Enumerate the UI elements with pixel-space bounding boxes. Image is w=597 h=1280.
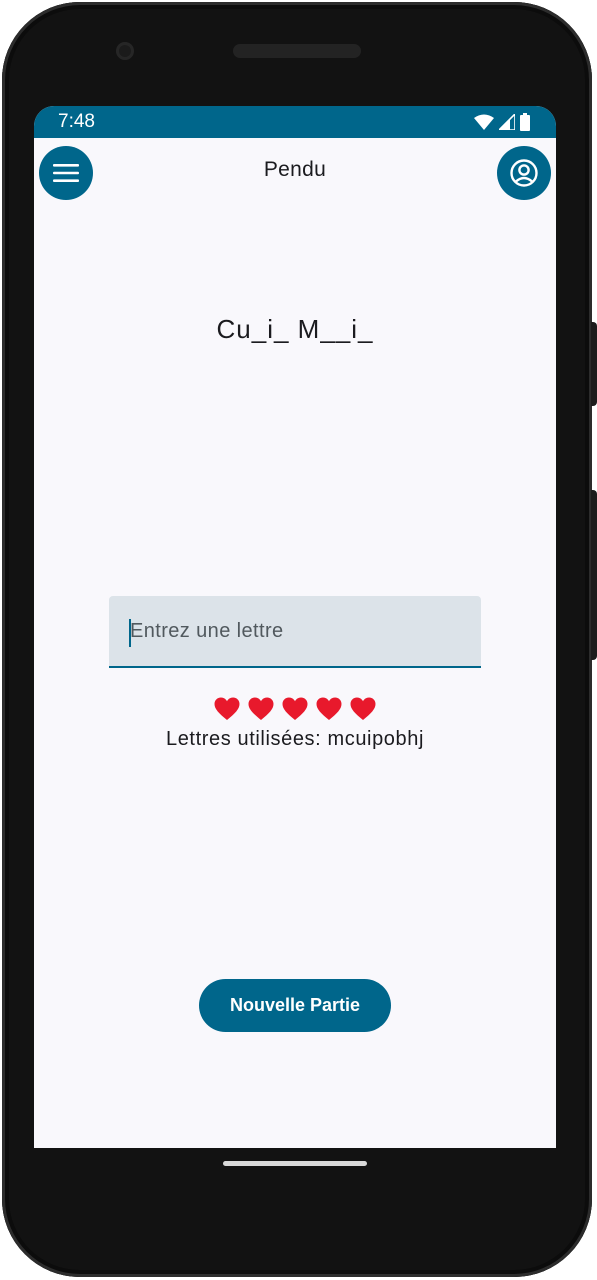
masked-word: Cu_i_ M__i_ (216, 314, 374, 344)
signal-icon (499, 114, 515, 130)
wifi-icon (474, 114, 494, 130)
power-button (591, 322, 597, 406)
status-time: 7:48 (58, 111, 95, 132)
heart-icon (316, 697, 342, 720)
letter-input[interactable] (109, 596, 481, 666)
text-cursor (129, 619, 131, 647)
battery-icon (520, 113, 530, 131)
letter-field[interactable] (109, 596, 481, 668)
heart-icon (248, 697, 274, 720)
heart-icon (214, 697, 240, 720)
used-letters-label: Lettres utilisées: mcuipobhj (165, 728, 425, 750)
volume-button (591, 490, 597, 660)
lives-hearts (34, 697, 556, 721)
account-circle-icon (510, 159, 538, 187)
earpiece-speaker (233, 44, 361, 58)
page-title: Pendu (263, 158, 327, 181)
status-bar: 7:48 (34, 106, 556, 138)
front-camera (116, 42, 134, 60)
gesture-navigation-bar[interactable] (223, 1161, 367, 1166)
heart-icon (350, 697, 376, 720)
account-button[interactable] (497, 146, 551, 200)
app-screen: 7:48 Pendu Cu_i_ M__i_ Entrez une lettre… (34, 106, 556, 1148)
status-icons (474, 113, 530, 131)
heart-icon (282, 697, 308, 720)
new-game-button[interactable]: Nouvelle Partie (199, 979, 391, 1032)
